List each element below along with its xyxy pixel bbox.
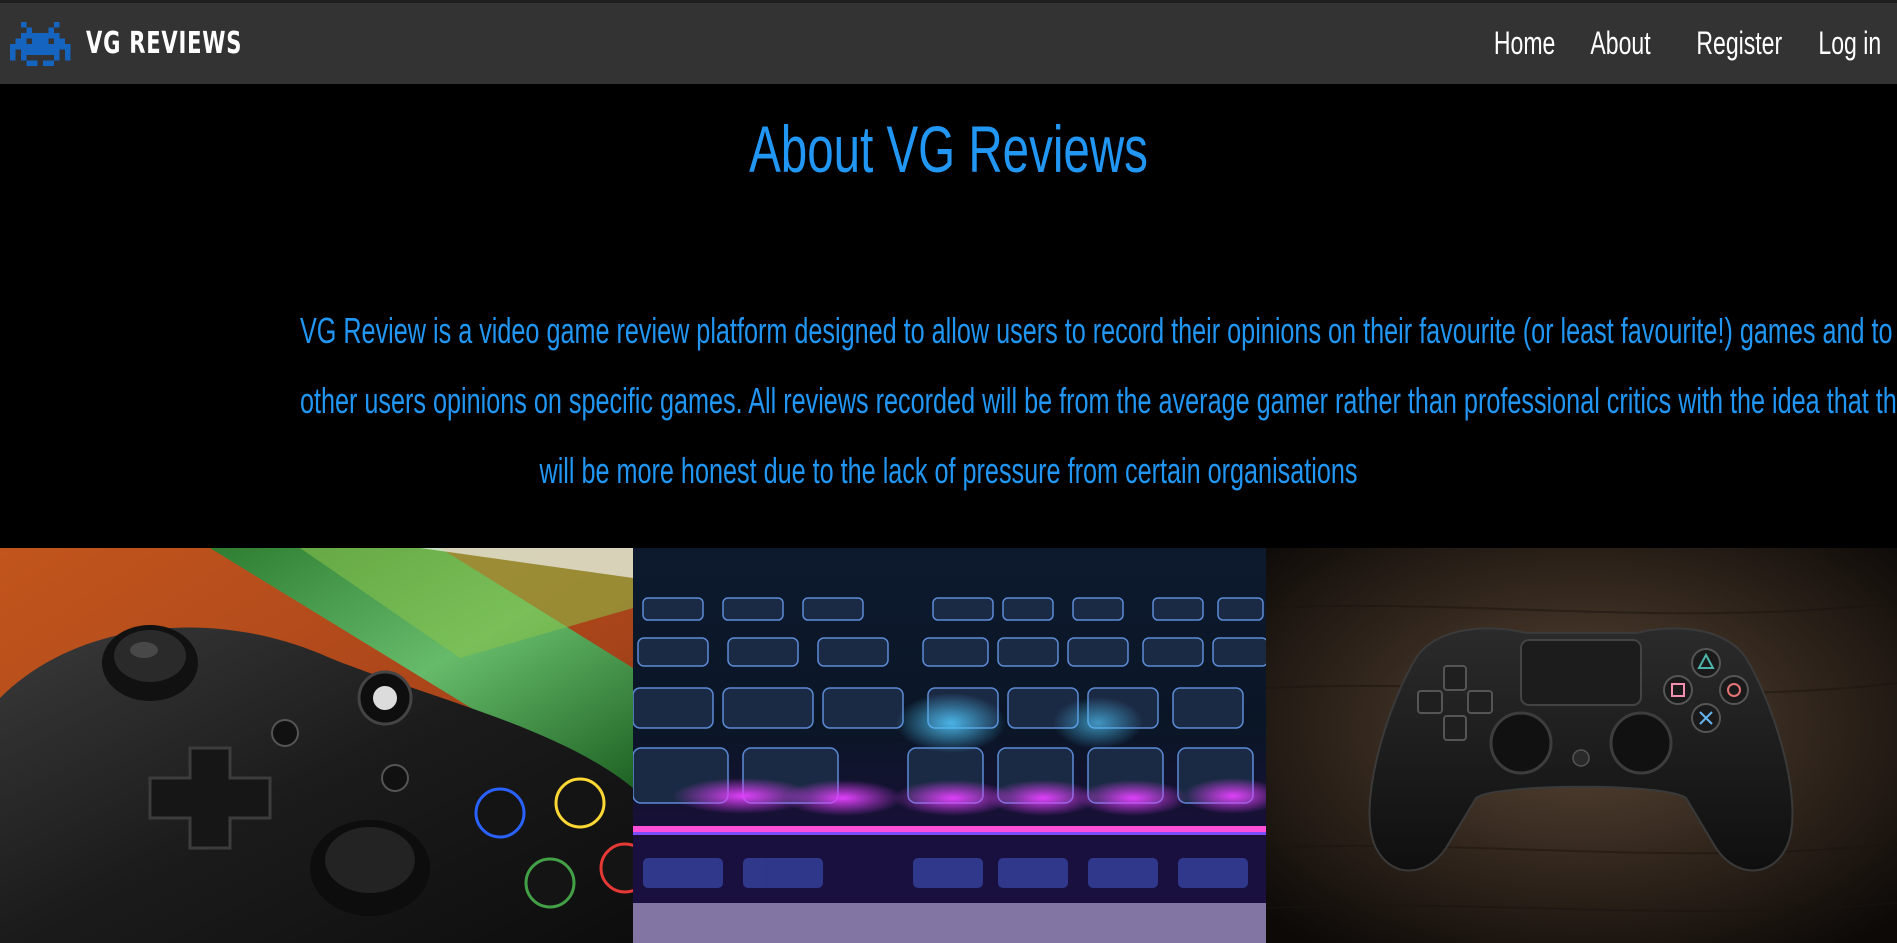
about-section: About VG Reviews VG Review is a video ga… bbox=[0, 84, 1897, 548]
nav-menu: Home About Register Log in bbox=[1482, 25, 1881, 62]
playstation-controller-image bbox=[1266, 548, 1897, 943]
brand-link[interactable]: VG REVIEWS bbox=[8, 21, 286, 66]
nav-register-link[interactable]: Register bbox=[1696, 25, 1782, 62]
nav-login-link[interactable]: Log in bbox=[1818, 25, 1881, 62]
about-description-line: other users opinions on specific games. … bbox=[299, 380, 1897, 421]
image-gallery bbox=[0, 548, 1897, 943]
brand-name: VG REVIEWS bbox=[86, 26, 243, 61]
space-invader-icon bbox=[8, 21, 72, 66]
rgb-keyboard-image bbox=[633, 548, 1266, 943]
xbox-controller-image bbox=[0, 548, 633, 943]
about-description-line: will be more honest due to the lack of p… bbox=[539, 450, 1358, 491]
navbar: VG REVIEWS Home About Register Log in bbox=[0, 0, 1897, 84]
nav-home-link[interactable]: Home bbox=[1494, 25, 1555, 62]
nav-about-link[interactable]: About bbox=[1590, 25, 1650, 62]
about-description-line: VG Review is a video game review platfor… bbox=[299, 310, 1897, 351]
page-title: About VG Reviews bbox=[749, 112, 1148, 186]
about-description: VG Review is a video game review platfor… bbox=[22, 296, 1897, 506]
